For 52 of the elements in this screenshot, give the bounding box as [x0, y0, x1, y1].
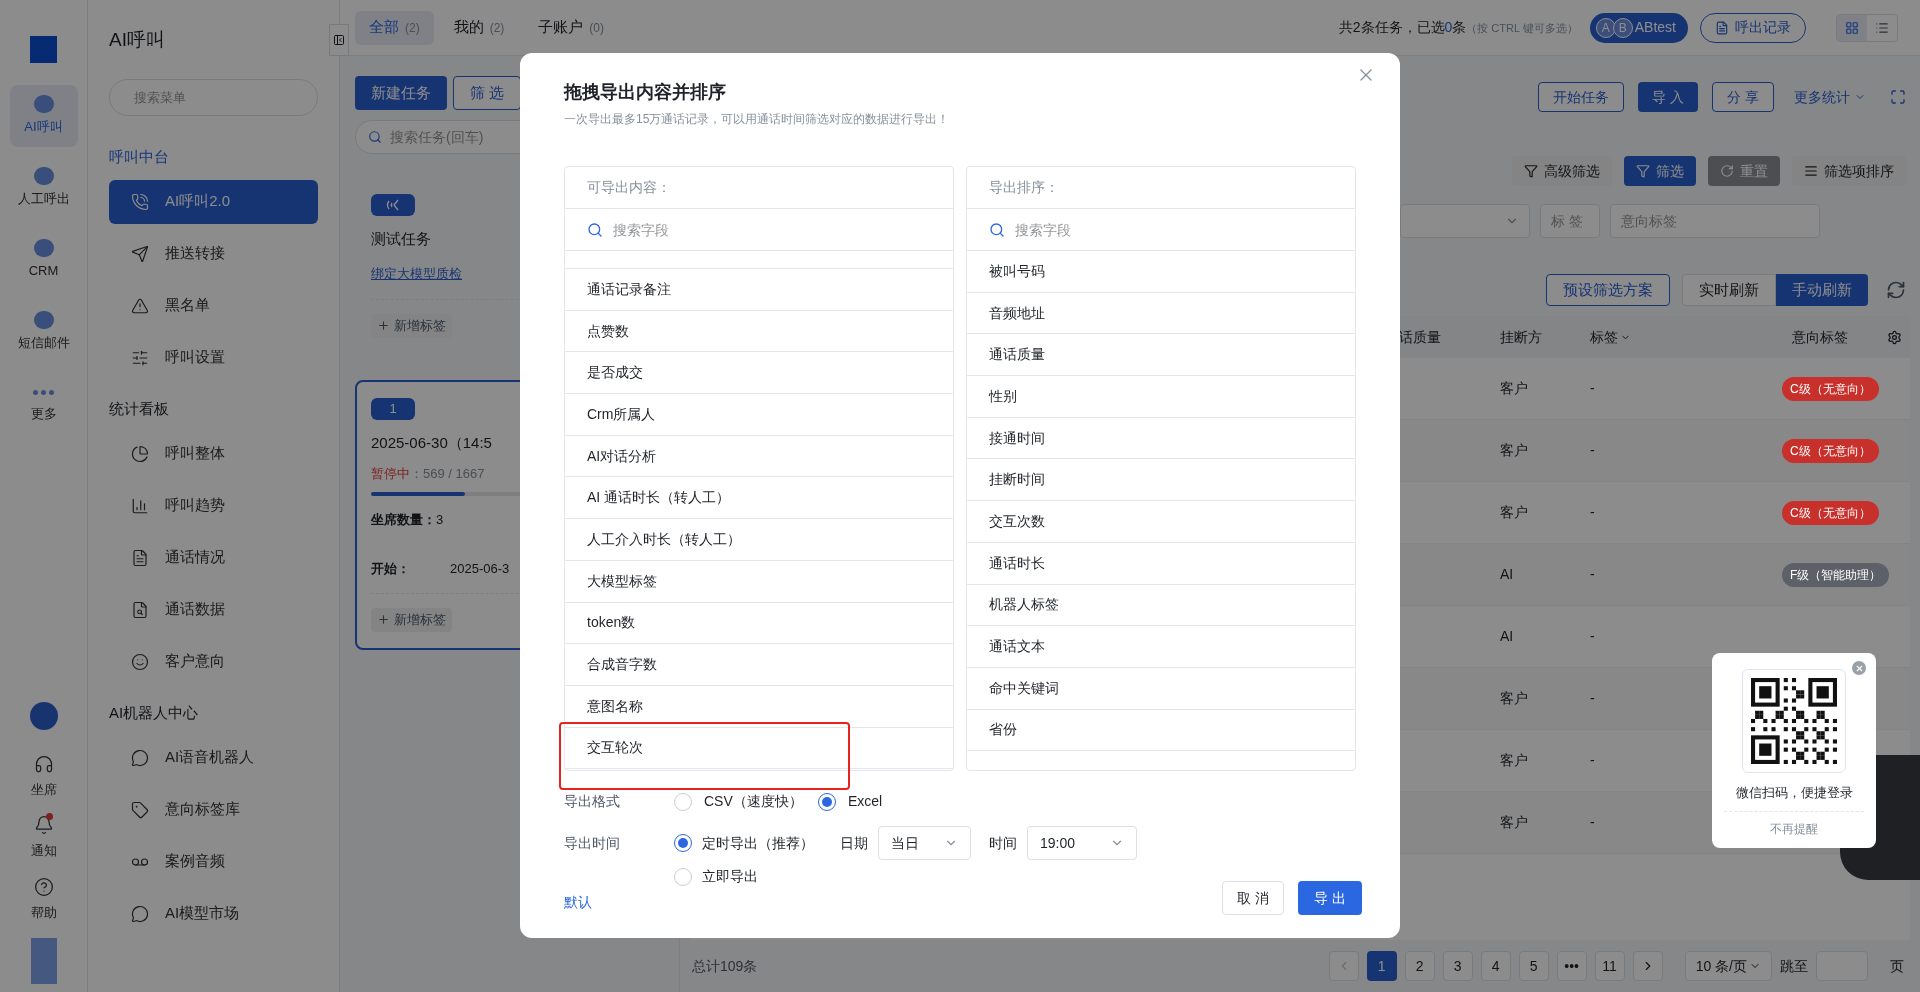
column-header: 意向标签: [1792, 327, 1848, 347]
option-label: CSV（速度快）: [704, 792, 803, 811]
intent-tag: C级（无意向）: [1782, 376, 1879, 401]
table-cell: -: [1590, 752, 1595, 768]
qr-caption: 微信扫码，便捷登录: [1735, 784, 1853, 802]
task-progress-text: 暂停中：569 / 1667: [371, 465, 485, 483]
intent-tag: F级（智能助理）: [1782, 562, 1890, 587]
table-cell: -: [1590, 690, 1595, 706]
option-label: Excel: [848, 792, 883, 811]
avatar-letter: B: [1612, 17, 1633, 38]
menu-section-title: AI机器人中心: [109, 703, 200, 724]
column-header: 标签: [1590, 327, 1618, 347]
intent-tag: C级（无意向）: [1782, 500, 1879, 525]
seat-count: 坐席数量：3: [371, 510, 445, 529]
avatar-letter: A: [1595, 17, 1616, 38]
task-badge: 1: [371, 397, 415, 420]
table-cell: -: [1590, 566, 1595, 582]
option-label: 立即导出: [702, 867, 758, 886]
task-title: 2025-06-30（14:5: [371, 432, 492, 453]
format-label: 导出格式: [564, 792, 621, 811]
list-header: 导出排序：: [967, 167, 1355, 209]
table-cell: AI: [1500, 566, 1514, 582]
date-label: 日期: [840, 833, 868, 853]
jump-label: 跳至: [1780, 956, 1808, 976]
time-field-label: 时间: [989, 833, 1017, 853]
start-label: 开始：: [371, 560, 410, 578]
start-time: 2025-06-3: [450, 560, 510, 578]
table-cell: AI: [1500, 628, 1514, 644]
table-cell: -: [1590, 504, 1595, 520]
table-cell: 客户: [1500, 752, 1528, 768]
intent-tag: C级（无意向）: [1782, 438, 1879, 463]
column-header: 挂断方: [1500, 327, 1542, 347]
table-cell: 客户: [1500, 814, 1528, 830]
table-cell: 客户: [1500, 380, 1528, 396]
table-cell: -: [1590, 628, 1595, 644]
dialog-title: 拖拽导出内容并排序: [564, 81, 727, 104]
table-cell: -: [1590, 814, 1595, 830]
menu-section-title: 统计看板: [109, 399, 170, 420]
table-cell: -: [1590, 442, 1595, 458]
menu-title: AI呼叫: [109, 28, 166, 52]
column-header: 话质量: [1399, 327, 1441, 347]
table-cell: -: [1590, 380, 1595, 396]
time-label: 导出时间: [564, 834, 621, 853]
table-cell: 客户: [1500, 504, 1528, 520]
option-label: 定时导出（推荐）: [702, 833, 814, 853]
menu-section-title: 呼叫中台: [109, 147, 170, 168]
task-title: 测试任务: [371, 229, 431, 249]
table-cell: 客户: [1500, 442, 1528, 458]
page-suffix: 页: [1890, 956, 1904, 976]
total-count: 总计109条: [692, 956, 758, 976]
table-cell: 客户: [1500, 690, 1528, 706]
list-header: 可导出内容：: [565, 167, 953, 209]
